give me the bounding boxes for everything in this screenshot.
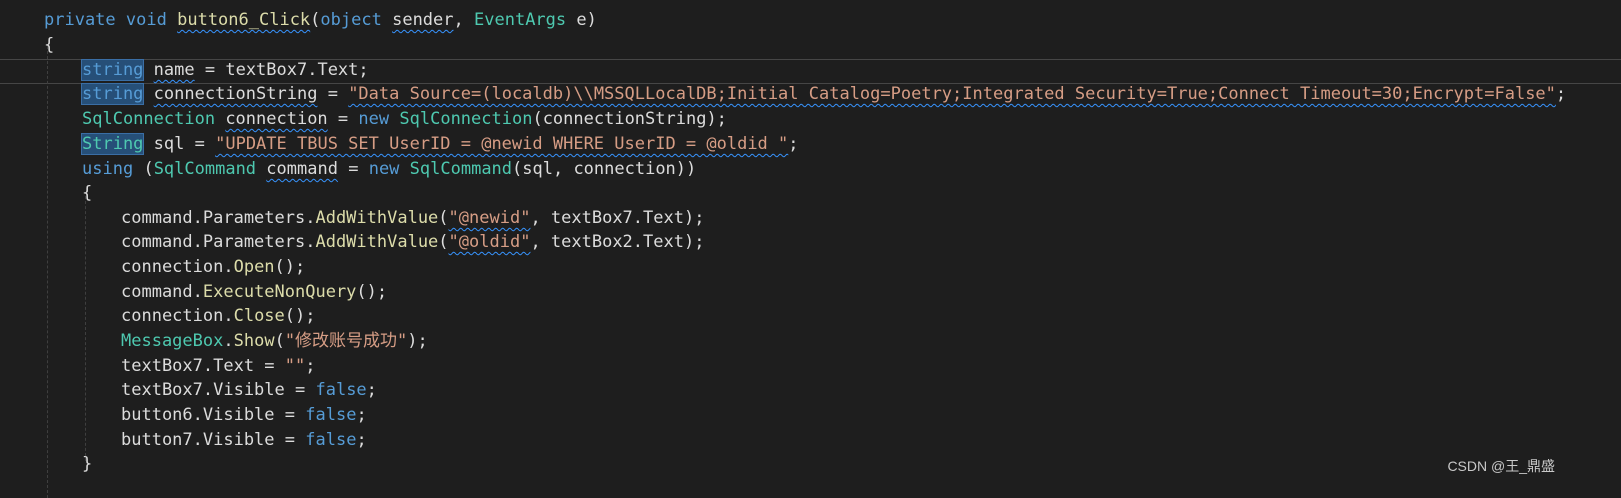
keyword: false	[305, 430, 357, 450]
method-call: Close	[233, 306, 285, 326]
parameter: e	[576, 10, 587, 30]
code-line-3[interactable]: string name = textBox7.Text;	[0, 58, 1621, 83]
brace: {	[44, 35, 55, 55]
code-editor[interactable]: private void button6_Click(object sender…	[0, 0, 1621, 498]
string-literal: ""	[284, 356, 306, 376]
type-name: SqlCommand	[409, 159, 513, 179]
keyword: void	[125, 10, 167, 30]
code-line-13[interactable]: connection.Close();	[0, 304, 1621, 329]
string-literal: "@oldid"	[448, 232, 531, 252]
type-name: MessageBox	[121, 331, 224, 351]
keyword: false	[315, 380, 367, 400]
type-keyword: object	[320, 10, 382, 30]
brace: }	[82, 454, 93, 474]
code-line-6[interactable]: String sql = "UPDATE TBUS SET UserID = @…	[0, 132, 1621, 157]
string-literal: "修改账号成功"	[284, 331, 408, 351]
brace: {	[82, 183, 93, 203]
method-call: ExecuteNonQuery	[202, 282, 357, 302]
method-name: button6_Click	[177, 10, 311, 30]
code-line-19[interactable]: }	[0, 452, 1621, 477]
method-call: Show	[233, 331, 275, 351]
code-line-11[interactable]: connection.Open();	[0, 255, 1621, 280]
code-line-9[interactable]: command.Parameters.AddWithValue("@newid"…	[0, 206, 1621, 231]
method-call: Open	[233, 257, 275, 277]
type-selected: String	[80, 133, 145, 155]
code-line-1[interactable]: private void button6_Click(object sender…	[0, 8, 1621, 33]
string-literal: "UPDATE TBUS SET UserID = @newid WHERE U…	[215, 134, 789, 154]
variable: command	[266, 159, 338, 179]
code-line-14[interactable]: MessageBox.Show("修改账号成功");	[0, 329, 1621, 354]
code-line-16[interactable]: textBox7.Visible = false;	[0, 378, 1621, 403]
code-line-17[interactable]: button6.Visible = false;	[0, 403, 1621, 428]
code-line-12[interactable]: command.ExecuteNonQuery();	[0, 280, 1621, 305]
string-literal: "@newid"	[448, 208, 531, 228]
string-literal: "Data Source=(localdb)\\MSSQLLocalDB;Ini…	[348, 84, 1556, 104]
watermark: CSDN @王_鼎盛	[1447, 458, 1555, 474]
type-name: SqlConnection	[82, 109, 216, 129]
code-line-15[interactable]: textBox7.Text = "";	[0, 354, 1621, 379]
code-line-4[interactable]: string connectionString = "Data Source=(…	[0, 82, 1621, 107]
keyword: private	[44, 10, 116, 30]
variable: connectionString	[153, 84, 318, 104]
parameter: sender	[392, 10, 454, 30]
keyword: new	[368, 159, 400, 179]
code-line-18[interactable]: button7.Visible = false;	[0, 428, 1621, 453]
type-name: SqlCommand	[153, 159, 257, 179]
type-name: SqlConnection	[399, 109, 533, 129]
keyword: new	[358, 109, 390, 129]
code-line-8[interactable]: {	[0, 181, 1621, 206]
method-call: AddWithValue	[315, 232, 439, 252]
code-line-2[interactable]: {	[0, 33, 1621, 58]
type-name: EventArgs	[474, 10, 567, 30]
code-line-7[interactable]: using (SqlCommand command = new SqlComma…	[0, 157, 1621, 182]
variable: name	[153, 60, 195, 80]
code-line-5[interactable]: SqlConnection connection = new SqlConnec…	[0, 107, 1621, 132]
keyword-selected: string	[80, 59, 145, 81]
variable: connection	[225, 109, 328, 129]
keyword-selected: string	[80, 83, 145, 105]
code-line-10[interactable]: command.Parameters.AddWithValue("@oldid"…	[0, 230, 1621, 255]
keyword: using	[82, 159, 134, 179]
keyword: false	[305, 405, 357, 425]
method-call: AddWithValue	[315, 208, 439, 228]
